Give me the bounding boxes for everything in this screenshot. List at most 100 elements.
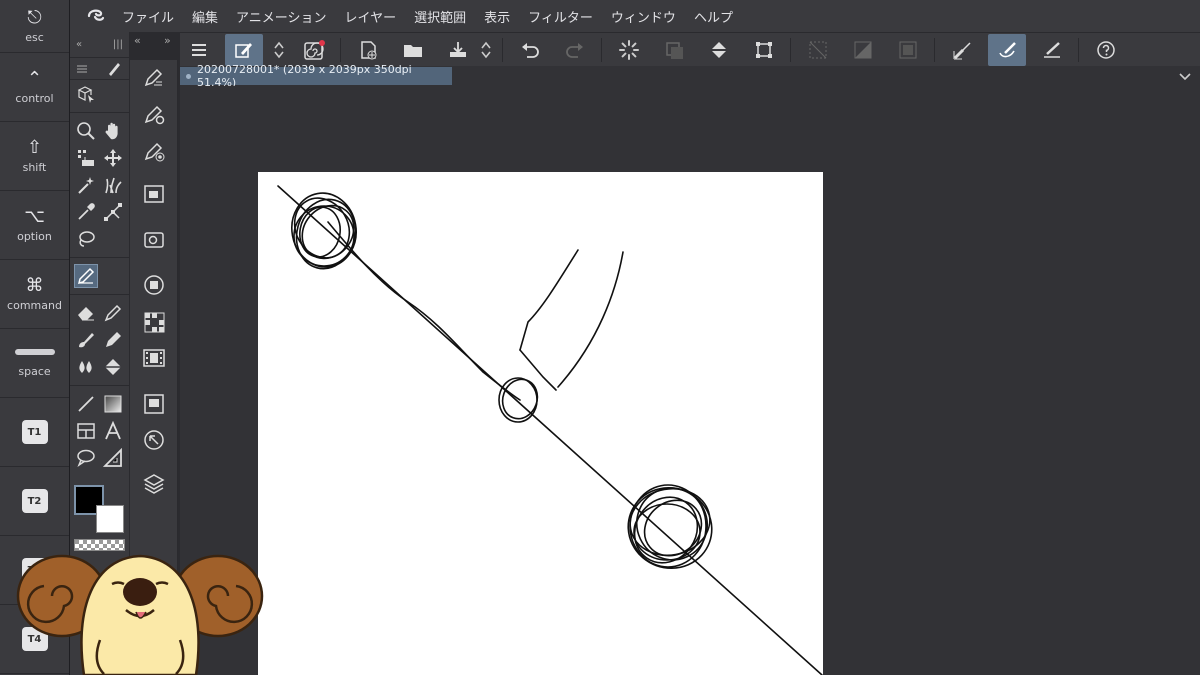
menu-help[interactable]: ヘルプ [694, 7, 733, 26]
collapse-dock-icon[interactable]: « [134, 34, 141, 47]
menu-view[interactable]: 表示 [484, 7, 510, 26]
menu-edit[interactable]: 編集 [192, 7, 218, 26]
menu-selection[interactable]: 選択範囲 [414, 7, 466, 26]
brush-size-icon[interactable] [142, 139, 166, 163]
document-tab[interactable]: 20200728001* (2039 x 2039px 350dpi 51.4%… [180, 63, 452, 89]
loading-spinner-icon[interactable] [610, 34, 648, 66]
expand-dock-icon[interactable]: » [164, 34, 171, 47]
sub-color-swatch[interactable] [96, 505, 124, 533]
vector-edit-icon[interactable] [101, 200, 125, 224]
clear-layer-icon[interactable] [655, 34, 693, 66]
menu-file[interactable]: ファイル [122, 7, 174, 26]
menu-animation[interactable]: アニメーション [236, 7, 326, 26]
navigator-icon[interactable] [142, 182, 166, 206]
edge-key-space[interactable]: space [0, 329, 69, 398]
palette-grip-icon[interactable]: ||| [113, 39, 123, 50]
menu-bar: ファイル 編集 アニメーション レイヤー 選択範囲 表示 フィルター ウィンドウ… [70, 0, 1200, 32]
collapse-left-icon[interactable]: « [76, 39, 82, 50]
edge-key-label: shift [22, 160, 47, 174]
invert-selection-icon[interactable] [844, 34, 882, 66]
sub-view-icon[interactable] [142, 228, 166, 252]
layer-select-icon[interactable] [74, 146, 98, 170]
edge-key-shift[interactable]: ⇧ shift [0, 122, 69, 191]
deselect-icon[interactable] [799, 34, 837, 66]
edge-key-t2[interactable]: T2 [0, 467, 69, 536]
edge-key-control[interactable]: ⌃ control [0, 53, 69, 122]
control-icon: ⌃ [26, 67, 43, 89]
updown-icon[interactable] [270, 34, 288, 66]
edge-key-label: esc [25, 30, 44, 44]
canvas-edit-icon[interactable] [225, 33, 263, 66]
undo-icon[interactable] [511, 34, 549, 66]
menu-window[interactable]: ウィンドウ [611, 7, 676, 26]
help-icon[interactable] [1087, 34, 1125, 66]
tool-property-icon[interactable] [142, 102, 166, 126]
edge-key-esc[interactable]: ⎋ esc [0, 0, 69, 53]
redo-icon[interactable] [556, 34, 594, 66]
sketch-strokes [277, 185, 823, 675]
menu-filter[interactable]: フィルター [528, 7, 593, 26]
document-tab-bar: 20200728001* (2039 x 2039px 350dpi 51.4%… [180, 63, 1200, 89]
selection-frame-icon[interactable] [889, 34, 927, 66]
balloon-icon[interactable] [74, 446, 98, 470]
snap-grid-icon[interactable] [1033, 34, 1071, 66]
ruler-tool-icon[interactable] [101, 446, 125, 470]
grass-brush-icon[interactable] [101, 173, 125, 197]
snap-ruler-icon[interactable] [943, 34, 981, 66]
shift-icon: ⇧ [26, 136, 43, 158]
frame-border-icon[interactable] [74, 419, 98, 443]
eraser-icon[interactable] [74, 301, 98, 325]
menu-layer[interactable]: レイヤー [345, 7, 397, 26]
pen-tool-icon[interactable] [73, 263, 98, 288]
edge-key-option[interactable]: ⌥ option [0, 191, 69, 260]
edge-key-label: command [7, 298, 62, 312]
esc-icon: ⎋ [27, 6, 42, 28]
eyedropper-icon[interactable] [74, 200, 98, 224]
color-set-icon[interactable] [142, 310, 166, 334]
edge-key-t2-label: T2 [21, 489, 48, 513]
gradient-icon[interactable] [101, 392, 125, 416]
app-window: ⎋ esc ⌃ control ⇧ shift ⌥ option ⌘ comma… [0, 0, 1200, 675]
brush-icon[interactable] [74, 328, 98, 352]
timeline-icon[interactable] [142, 346, 166, 370]
auto-select-wand-icon[interactable] [74, 173, 98, 197]
zoom-icon[interactable] [74, 119, 98, 143]
object-select-icon[interactable] [74, 82, 98, 106]
line-shape-icon[interactable] [74, 392, 98, 416]
canvas-workspace[interactable] [180, 86, 1200, 675]
marker-icon[interactable] [101, 328, 125, 352]
drawing-canvas[interactable] [258, 172, 823, 675]
edge-key-t1[interactable]: T1 [0, 398, 69, 467]
text-icon[interactable] [101, 419, 125, 443]
app-logo-icon[interactable] [70, 7, 122, 25]
blend-icon[interactable] [74, 355, 98, 379]
updown-icon[interactable] [477, 34, 495, 66]
fill-bucket-icon[interactable] [101, 355, 125, 379]
tab-dot-icon [186, 73, 191, 79]
brush-tab-icon[interactable] [105, 60, 123, 78]
command-icon: ⌘ [25, 274, 44, 296]
menu-icon[interactable] [180, 34, 218, 66]
sub-tool-icon[interactable] [142, 65, 166, 89]
move-layer-icon[interactable] [101, 146, 125, 170]
open-folder-icon[interactable] [394, 34, 432, 66]
save-icon[interactable] [439, 34, 477, 66]
list-view-icon[interactable] [76, 64, 88, 74]
color-wheel-icon[interactable] [142, 273, 166, 297]
spacebar-icon [14, 348, 55, 355]
layers-icon[interactable] [142, 472, 166, 496]
edge-key-label: control [15, 91, 54, 105]
pencil-icon[interactable] [101, 301, 125, 325]
edge-key-command[interactable]: ⌘ command [0, 260, 69, 329]
snap-special-ruler-icon[interactable] [988, 33, 1026, 66]
fill-icon[interactable] [700, 34, 738, 66]
new-canvas-icon[interactable] [349, 34, 387, 66]
layer-property-icon[interactable] [142, 392, 166, 416]
hand-icon[interactable] [101, 119, 125, 143]
edge-key-label: space [18, 364, 51, 378]
edge-key-t1-label: T1 [21, 420, 48, 444]
lasso-icon[interactable] [74, 227, 98, 251]
spiral-icon[interactable] [295, 34, 333, 66]
transform-icon[interactable] [745, 34, 783, 66]
layer-search-icon[interactable] [142, 428, 166, 452]
